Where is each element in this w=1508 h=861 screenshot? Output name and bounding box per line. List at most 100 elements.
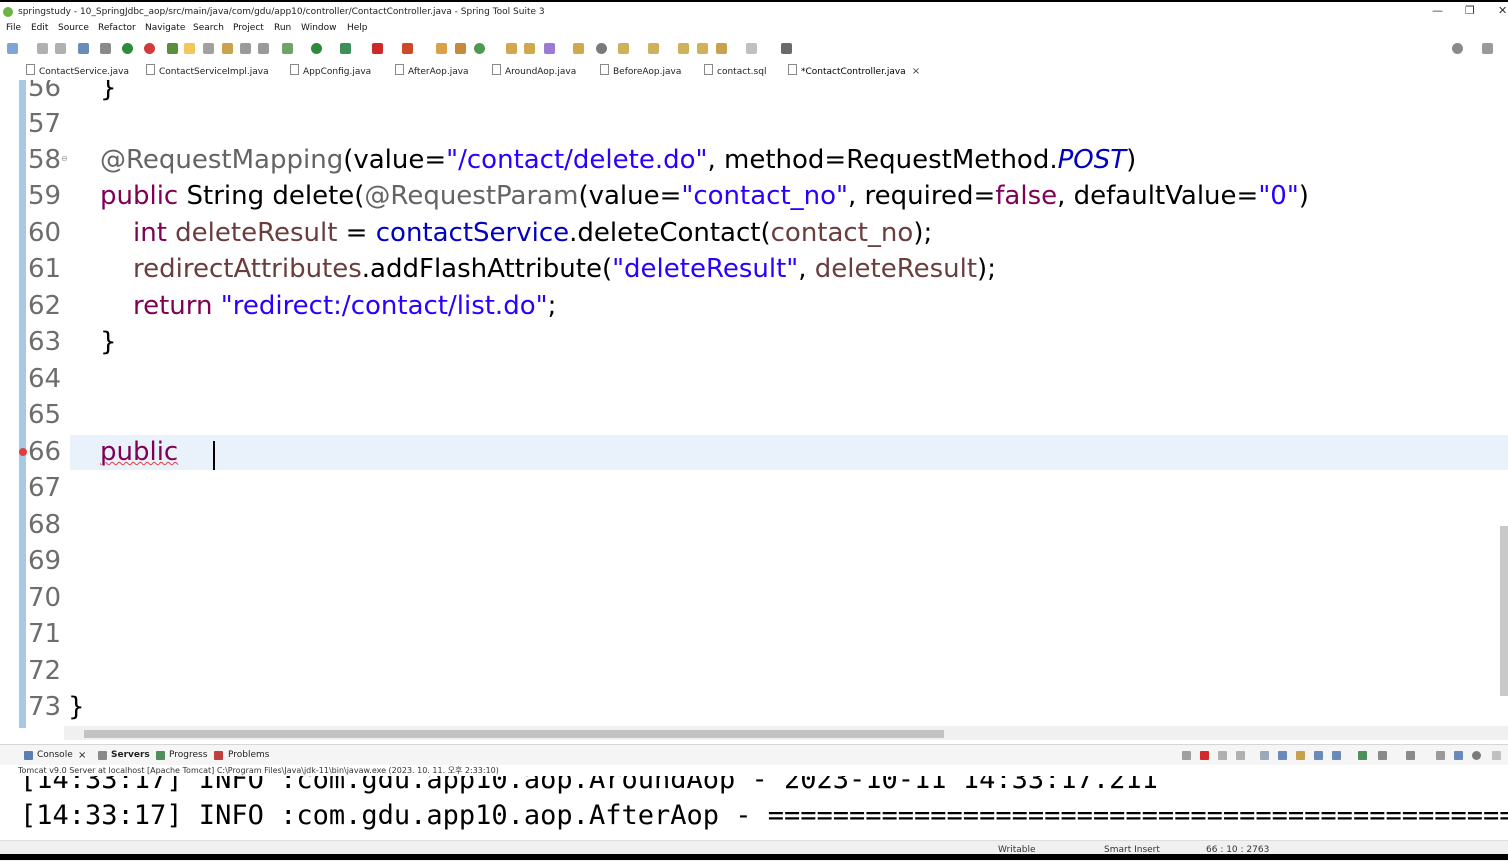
tab-problems[interactable]: Problems [228, 750, 269, 760]
tab-console[interactable]: Console [37, 750, 73, 760]
link-icon[interactable] [1454, 751, 1463, 760]
debug-icon[interactable] [282, 43, 293, 54]
title-bar: springstudy - 10_SpringJdbc_aop/src/main… [0, 0, 1508, 22]
whitespace-icon[interactable] [240, 43, 251, 54]
next-annotation-icon[interactable] [618, 43, 629, 54]
prev-annotation-icon[interactable] [648, 43, 659, 54]
tab-contactservice[interactable]: ContactService.java [26, 64, 129, 77]
close-console-icon[interactable]: × [78, 750, 86, 761]
tab-afteraop[interactable]: AfterAop.java [395, 64, 469, 77]
start-server-icon[interactable] [122, 43, 133, 54]
terminate-icon[interactable] [1200, 751, 1209, 760]
toggle-icon[interactable] [203, 43, 214, 54]
restart-icon[interactable] [1182, 751, 1191, 760]
console-output[interactable]: [14:33:17] INFO :com.gdu.app10.aop.Aroun… [0, 776, 1508, 838]
java-file-icon [395, 64, 404, 75]
menu-project[interactable]: Project [233, 23, 264, 33]
open-folder-icon[interactable] [524, 43, 535, 54]
line-number: 56 [28, 80, 62, 103]
save-all-icon[interactable] [55, 43, 66, 54]
save-icon[interactable] [37, 43, 48, 54]
run-icon[interactable] [311, 43, 322, 54]
menu-bar: File Edit Source Refactor Navigate Searc… [0, 22, 1508, 38]
console-line: [14:33:17] INFO :com.gdu.app10.aop.After… [20, 800, 1508, 831]
close-tab-icon[interactable]: × [912, 66, 920, 77]
open-perspective-icon[interactable] [781, 43, 792, 54]
servers-icon [98, 751, 107, 760]
menu-source[interactable]: Source [58, 23, 89, 33]
restore-button[interactable]: ❐ [1465, 4, 1475, 17]
menu-search[interactable]: Search [193, 23, 224, 33]
show-stderr-icon[interactable] [1332, 751, 1341, 760]
tab-contactserviceimpl[interactable]: ContactServiceImpl.java [146, 64, 269, 77]
line-number: 58 [28, 145, 62, 175]
new-package-icon[interactable] [455, 43, 466, 54]
fold-toggle-icon[interactable]: ⊖ [61, 154, 68, 163]
tab-appconfig[interactable]: AppConfig.java [290, 64, 371, 77]
block-selection-icon[interactable] [222, 43, 233, 54]
line-number: 64 [28, 364, 62, 394]
skip-breakpoints-icon[interactable] [100, 43, 111, 54]
new-icon[interactable] [7, 43, 18, 54]
stop-icon[interactable] [372, 43, 383, 54]
code-line-62: return "redirect:/contact/list.do"; [133, 291, 557, 321]
terminal-icon[interactable] [78, 43, 89, 54]
minimize-view-icon[interactable] [1492, 751, 1501, 760]
window-title: springstudy - 10_SpringJdbc_aop/src/main… [18, 7, 545, 17]
search-file-icon[interactable] [573, 43, 584, 54]
pin-icon[interactable] [697, 43, 708, 54]
error-marker-icon[interactable] [19, 448, 27, 456]
edit-icon[interactable] [544, 43, 555, 54]
java-file-icon [492, 64, 501, 75]
vertical-scroll-thumb[interactable] [1500, 526, 1508, 696]
search-icon[interactable] [1452, 43, 1463, 54]
close-button[interactable]: ✕ [1498, 4, 1507, 17]
word-wrap-icon[interactable] [1296, 751, 1305, 760]
new-java-project-icon[interactable] [436, 43, 447, 54]
back-icon[interactable] [716, 43, 727, 54]
gear-icon[interactable] [1472, 751, 1481, 760]
tab-aroundaop[interactable]: AroundAop.java [492, 64, 576, 77]
forward-icon[interactable] [746, 43, 757, 54]
clear-console-icon[interactable] [1260, 751, 1269, 760]
pin-console-icon[interactable] [1358, 751, 1367, 760]
code-line-61: redirectAttributes.addFlashAttribute("de… [133, 254, 996, 284]
menu-refactor[interactable]: Refactor [98, 23, 136, 33]
java-file-icon [290, 64, 299, 75]
tab-beforeaop[interactable]: BeforeAop.java [600, 64, 681, 77]
open-type-icon[interactable] [167, 43, 178, 54]
new-class-icon[interactable] [474, 43, 485, 54]
overview-ruler [19, 80, 26, 728]
tab-progress[interactable]: Progress [169, 750, 207, 760]
pilcrow-icon[interactable] [258, 43, 269, 54]
copy-icon[interactable] [1436, 751, 1445, 760]
spring-icon[interactable] [144, 43, 155, 54]
menu-navigate[interactable]: Navigate [145, 23, 185, 33]
menu-window[interactable]: Window [301, 23, 337, 33]
perspective-icon[interactable] [1482, 43, 1493, 54]
remove-all-icon[interactable] [1236, 751, 1245, 760]
external-tools-icon[interactable] [402, 43, 413, 54]
minimize-button[interactable]: — [1432, 4, 1443, 17]
coverage-icon[interactable] [340, 43, 351, 54]
java-file-icon [788, 64, 797, 75]
console-icon [24, 751, 33, 760]
remove-launch-icon[interactable] [1218, 751, 1227, 760]
open-console-icon[interactable] [1406, 751, 1415, 760]
last-edit-icon[interactable] [678, 43, 689, 54]
globe-icon[interactable] [596, 43, 607, 54]
show-stdout-icon[interactable] [1314, 751, 1323, 760]
menu-help[interactable]: Help [347, 23, 368, 33]
open-task-icon[interactable] [506, 43, 517, 54]
code-editor[interactable]: ⊖ 56 57 58 59 60 61 62 63 64 65 66 67 68… [0, 80, 1508, 742]
horizontal-scroll-thumb[interactable] [84, 730, 944, 738]
menu-edit[interactable]: Edit [31, 23, 48, 33]
tab-servers[interactable]: Servers [111, 750, 150, 760]
display-console-icon[interactable] [1378, 751, 1387, 760]
menu-run[interactable]: Run [274, 23, 291, 33]
tab-contactcontroller[interactable]: *ContactController.java × [788, 64, 920, 77]
mark-occurrences-icon[interactable] [184, 43, 195, 54]
scroll-lock-icon[interactable] [1278, 751, 1287, 760]
menu-file[interactable]: File [6, 23, 21, 33]
tab-contact-sql[interactable]: contact.sql [704, 64, 766, 77]
